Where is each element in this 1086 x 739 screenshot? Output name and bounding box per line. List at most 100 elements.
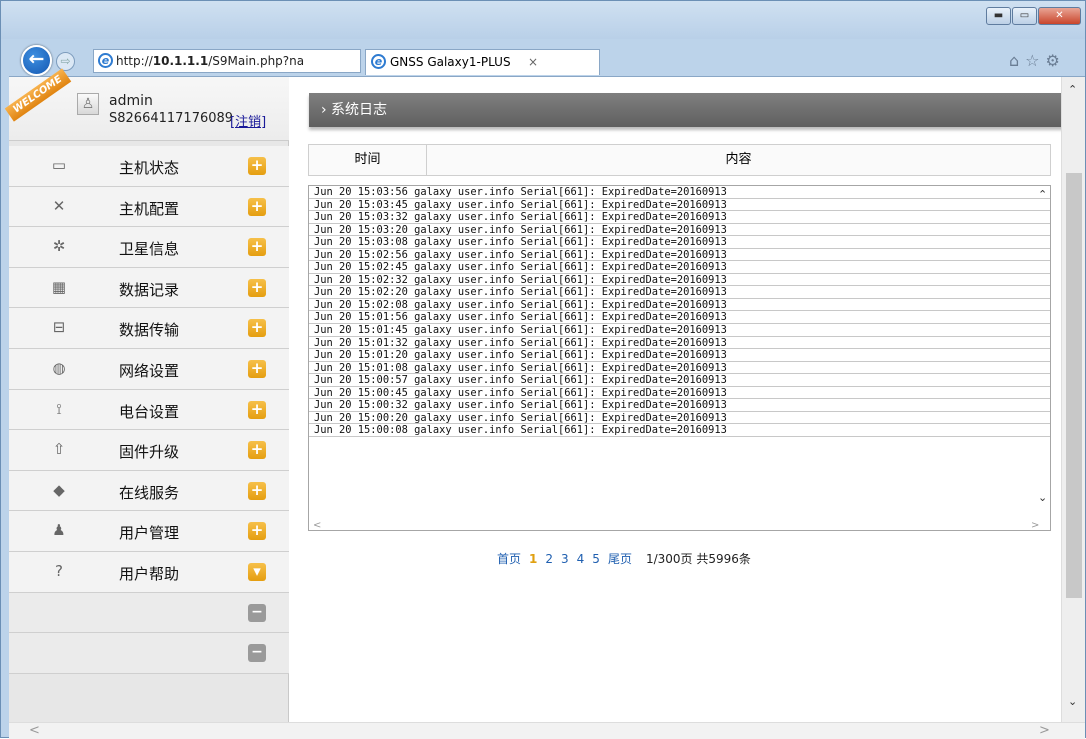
tab-close-icon[interactable]: × [528,50,538,74]
sidebar-item-label: 卫星信息 [119,240,180,259]
sidebar-item-label: 用户帮助 [119,564,180,583]
maximize-button[interactable]: ▭ [1012,7,1037,25]
url-host: 10.1.1.1 [152,54,209,68]
log-horizontal-scrollbar[interactable]: < > [309,520,1050,530]
logout-link[interactable]: [注销] [230,111,266,130]
scroll-right-icon[interactable]: > [1039,723,1050,738]
expand-button[interactable]: + [248,157,266,175]
sidebar-item-label: 主机配置 [119,199,180,218]
pagination: 首页 1 2 3 4 5 尾页 1/300页 共5996条 [497,550,759,567]
sidebar-item[interactable]: ? 用户帮助 ▾ [9,551,289,593]
last-page-link[interactable]: 尾页 [608,552,632,566]
upload-icon: ⇧ [52,440,66,459]
cube-icon: ◆ [53,480,65,499]
log-line: Jun 20 15:02:45 galaxy user.info Serial[… [309,261,1050,274]
device-serial: S82664117176089 [109,111,234,126]
home-star-gear-icon[interactable]: ⌂☆⚙ [1009,51,1066,70]
page-link[interactable]: 2 [545,552,553,566]
log-line: Jun 20 15:03:08 galaxy user.info Serial[… [309,236,1050,249]
scroll-left-icon[interactable]: < [29,723,40,738]
ie-icon: e [98,53,113,68]
back-button[interactable]: ← [21,45,52,76]
close-button[interactable]: ✕ [1038,7,1081,25]
expand-button[interactable]: ▾ [248,562,266,581]
sidebar-item[interactable]: ✲ 卫星信息 + [9,227,289,268]
sidebar-item[interactable]: ◆ 在线服务 + [9,470,289,512]
log-line: Jun 20 15:00:45 galaxy user.info Serial[… [309,387,1050,400]
ie-icon: e [371,54,386,69]
page-link[interactable]: 1 [529,552,537,566]
sidebar-item-empty: − [9,592,289,634]
radio-icon: ⟟ [56,399,62,418]
scroll-down-icon[interactable]: ⌄ [1068,695,1077,708]
log-line: Jun 20 15:01:08 galaxy user.info Serial[… [309,362,1050,375]
page-vertical-scrollbar[interactable]: ⌃ ⌄ [1061,77,1085,722]
expand-button[interactable]: + [248,522,266,541]
sidebar-item-label: 数据传输 [119,321,180,340]
globe-icon: ◍ [52,358,66,377]
sidebar-item[interactable]: ⇧ 固件升级 + [9,430,289,471]
sidebar-item-label: 在线服务 [119,483,180,502]
log-line: Jun 20 15:01:32 galaxy user.info Serial[… [309,337,1050,350]
scroll-up-icon[interactable]: ⌃ [1038,188,1047,201]
main-panel: › 系统日志 时间 内容 Jun 20 15:03:56 galaxy user… [297,77,1069,722]
sidebar-item[interactable]: ◍ 网络设置 + [9,348,289,390]
sidebar-item-label: 数据记录 [119,280,180,299]
sidebar-item[interactable]: ⊟ 数据传输 + [9,308,289,349]
log-line: Jun 20 15:00:57 galaxy user.info Serial[… [309,374,1050,387]
scroll-left-icon[interactable]: < [313,520,321,530]
expand-button[interactable]: + [248,197,266,216]
log-line: Jun 20 15:03:32 galaxy user.info Serial[… [309,211,1050,224]
sidebar-item[interactable]: ▭ 主机状态 + [9,146,289,187]
log-lines: Jun 20 15:03:56 galaxy user.info Serial[… [309,186,1050,437]
scroll-down-icon[interactable]: ⌄ [1038,491,1047,504]
avatar-icon: ♙ [77,93,99,115]
tab-title: GNSS Galaxy1-PLUS [390,55,511,69]
log-line: Jun 20 15:03:56 galaxy user.info Serial[… [309,186,1050,199]
scrollbar-thumb[interactable] [1066,173,1082,598]
minimize-button[interactable]: ▬ [986,7,1011,25]
page-info: 1/300页 共5996条 [645,552,751,566]
forward-button[interactable]: ⇨ [56,52,75,71]
page-horizontal-scrollbar[interactable]: < > [9,722,1085,739]
page-link[interactable]: 4 [577,552,585,566]
expand-button[interactable]: + [248,238,266,257]
expand-button[interactable]: + [248,278,266,297]
first-page-link[interactable]: 首页 [497,552,521,566]
welcome-ribbon: WELCOME [4,68,72,122]
collapse-button[interactable]: − [248,644,266,663]
sidebar: WELCOME ♙ admin S82664117176089 [注销] ▭ 主机… [4,68,289,722]
sidebar-item-label: 用户管理 [119,524,180,543]
sidebar-item-label: 网络设置 [119,361,180,380]
page-link[interactable]: 5 [592,552,600,566]
log-textarea[interactable]: Jun 20 15:03:56 galaxy user.info Serial[… [308,185,1051,531]
expand-button[interactable]: + [248,400,266,419]
sidebar-item-label: 固件升级 [119,443,180,462]
network-icon: ⊟ [52,318,66,337]
sidebar-item[interactable]: ▦ 数据记录 + [9,267,289,309]
sidebar-item[interactable]: ✕ 主机配置 + [9,186,289,228]
back-arrow-icon: ← [28,48,45,70]
browser-window: ▬ ▭ ✕ ← ⇨ e http://10.1.1.1/S9Main.php?n… [0,0,1086,739]
collapse-button[interactable]: − [248,603,266,622]
expand-button[interactable]: + [248,481,266,500]
expand-button[interactable]: + [248,359,266,378]
forward-arrow-icon: ⇨ [60,54,71,68]
users-icon: ♟ [52,521,66,540]
address-bar[interactable]: e http://10.1.1.1/S9Main.php?na ⌕▾ ↻ [93,49,361,73]
scroll-up-icon[interactable]: ⌃ [1068,83,1077,96]
log-line: Jun 20 15:02:56 galaxy user.info Serial[… [309,249,1050,262]
expand-button[interactable]: + [248,441,266,460]
scroll-right-icon[interactable]: > [1031,520,1039,530]
log-line: Jun 20 15:03:20 galaxy user.info Serial[… [309,224,1050,237]
log-line: Jun 20 15:01:45 galaxy user.info Serial[… [309,324,1050,337]
sidebar-item-label: 电台设置 [119,402,180,421]
monitor-icon: ▭ [51,156,67,174]
page-link[interactable]: 3 [561,552,569,566]
sidebar-item[interactable]: ♟ 用户管理 + [9,511,289,552]
log-line: Jun 20 15:01:20 galaxy user.info Serial[… [309,349,1050,362]
sidebar-item[interactable]: ⟟ 电台设置 + [9,389,289,431]
log-line: Jun 20 15:02:20 galaxy user.info Serial[… [309,286,1050,299]
browser-tab[interactable]: e GNSS Galaxy1-PLUS × [365,49,600,75]
expand-button[interactable]: + [248,319,266,338]
